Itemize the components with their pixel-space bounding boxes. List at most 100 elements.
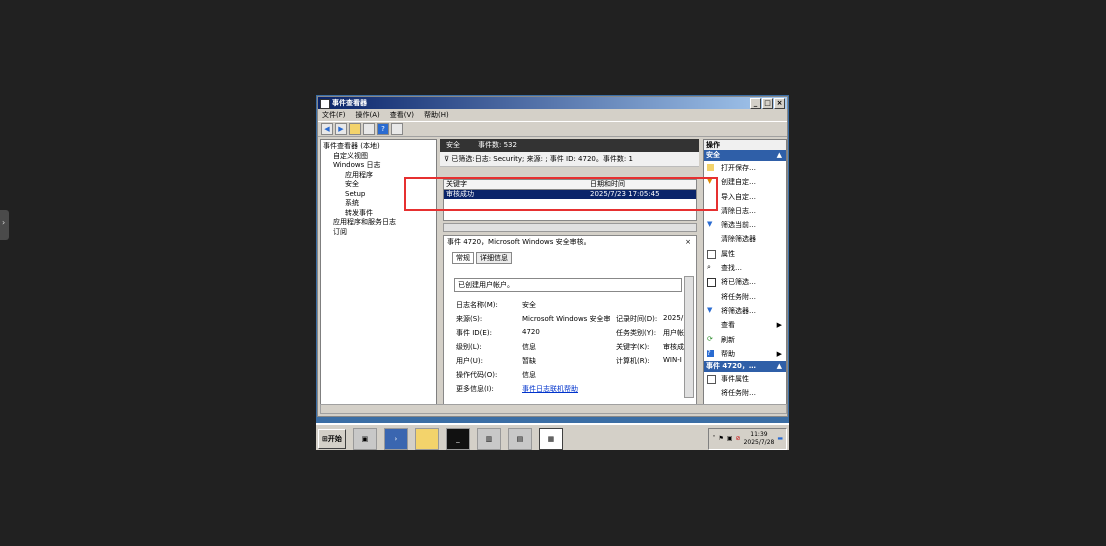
field-label: 更多信息(I):: [456, 385, 494, 393]
network-tray-icon[interactable]: ▣: [727, 435, 733, 442]
field-label: 级别(L):: [456, 343, 482, 351]
highlight-annotation-box: [404, 177, 718, 211]
start-button[interactable]: ⊞开始: [318, 428, 346, 449]
detail-close-icon[interactable]: ×: [685, 236, 691, 248]
tree-custom-views[interactable]: 自定义视图: [323, 152, 434, 162]
filter-text: 已筛选:日志: Security; 来源: ; 事件 ID: 4720。事件数:…: [451, 155, 633, 163]
taskbar-powershell-icon[interactable]: ›: [383, 427, 408, 450]
action-filter-current[interactable]: ▼ 筛选当前…: [704, 218, 786, 232]
action-attach-task-event[interactable]: 将任务附…: [704, 386, 786, 400]
action-view[interactable]: 查看 ▶: [704, 318, 786, 332]
tree-windows-logs[interactable]: Windows 日志: [323, 161, 434, 171]
field-value: 信息: [522, 343, 536, 351]
clock-date: 2025/7/28: [743, 438, 775, 446]
refresh-icon: ⟳: [707, 334, 713, 343]
taskbar-tools-icon[interactable]: ▥: [476, 427, 501, 450]
action-event-properties[interactable]: 事件属性: [704, 372, 786, 386]
title-bar[interactable]: 事件查看器 _ □ ×: [318, 97, 787, 109]
taskbar-network-icon[interactable]: ▤: [507, 427, 532, 450]
forward-icon[interactable]: ▶: [335, 123, 347, 135]
action-find[interactable]: ⌕ 查找…: [704, 261, 786, 275]
properties-icon: [707, 375, 716, 385]
taskbar-server-manager-icon[interactable]: ▣: [352, 427, 377, 450]
side-panel-handle[interactable]: ›: [0, 210, 9, 240]
filter-icon: ▼: [707, 220, 713, 229]
volume-icon[interactable]: ⊘: [736, 435, 741, 442]
event-viewer-window: 事件查看器 _ □ × 文件(F) 操作(A) 查看(V) 帮助(H) ◀ ▶ …: [317, 96, 788, 417]
taskbar-explorer-icon[interactable]: [414, 427, 439, 450]
menu-file[interactable]: 文件(F): [322, 109, 346, 121]
field-label: 日志名称(M):: [456, 301, 498, 309]
show-desktop-icon[interactable]: ▬: [777, 435, 783, 442]
filter-icon: ▼: [707, 305, 713, 314]
properties-icon: [707, 249, 716, 259]
actions-header: 操作: [704, 140, 786, 150]
action-open-saved[interactable]: 打开保存…: [704, 161, 786, 175]
field-value: 信息: [522, 371, 536, 379]
event-summary: 已创建用户帐户。: [454, 278, 682, 292]
actions-section-security[interactable]: 安全 ▲: [704, 150, 786, 161]
tab-details[interactable]: 详细信息: [476, 252, 512, 264]
minimize-button[interactable]: _: [750, 98, 761, 109]
horizontal-scrollbar[interactable]: [443, 223, 697, 232]
clock-time: 11:39: [750, 430, 768, 438]
event-fields: 日志名称(M): 安全 来源(S): Microsoft Windows 安全审 记录…: [456, 300, 696, 398]
menu-help[interactable]: 帮助(H): [424, 109, 449, 121]
save-icon: [707, 278, 716, 288]
filter-bar: ⊽ 已筛选:日志: Security; 来源: ; 事件 ID: 4720。事件…: [440, 152, 699, 167]
up-folder-icon[interactable]: [349, 123, 361, 135]
flag-icon[interactable]: ⚑: [718, 435, 723, 442]
menu-bar: 文件(F) 操作(A) 查看(V) 帮助(H): [318, 109, 787, 121]
tree-subscriptions[interactable]: 订阅: [323, 228, 434, 238]
log-name: 安全: [446, 141, 460, 149]
event-detail-pane: 事件 4720，Microsoft Windows 安全审核。 × 常规 详细信…: [443, 235, 697, 407]
action-save-filtered[interactable]: 将已筛选…: [704, 275, 786, 289]
remote-desktop-screen: 事件查看器 _ □ × 文件(F) 操作(A) 查看(V) 帮助(H) ◀ ▶ …: [316, 95, 789, 450]
field-value: 暂缺: [522, 357, 536, 365]
submenu-arrow-icon: ▶: [776, 321, 782, 330]
help-link[interactable]: 事件日志联机帮助: [522, 384, 616, 398]
action-attach-task[interactable]: 将任务附…: [704, 290, 786, 304]
tree-root[interactable]: 事件查看器 (本地): [323, 142, 434, 152]
find-icon: ⌕: [707, 263, 711, 272]
action-save-filter[interactable]: ▼ 将筛选器…: [704, 304, 786, 318]
properties-icon[interactable]: [391, 123, 403, 135]
taskbar-event-viewer-icon[interactable]: ▦: [538, 427, 563, 450]
window-title: 事件查看器: [332, 99, 367, 107]
field-value: 4720: [522, 328, 540, 336]
maximize-button[interactable]: □: [762, 98, 773, 109]
open-icon: [707, 164, 714, 171]
system-tray: ˄ ⚑ ▣ ⊘ 11:39 2025/7/28 ▬: [708, 427, 787, 450]
help-icon[interactable]: ?: [377, 123, 389, 135]
action-properties[interactable]: 属性: [704, 247, 786, 261]
back-icon[interactable]: ◀: [321, 123, 333, 135]
action-refresh[interactable]: ⟳ 刷新: [704, 333, 786, 347]
field-label: 记录时间(D):: [616, 315, 658, 323]
help-icon: ?: [707, 349, 714, 357]
taskbar-cmd-icon[interactable]: _: [445, 427, 470, 450]
detail-vertical-scrollbar[interactable]: [684, 276, 694, 398]
tab-general[interactable]: 常规: [452, 252, 474, 264]
action-help[interactable]: ? 帮助 ▶: [704, 347, 786, 361]
tray-expand-icon[interactable]: ˄: [712, 435, 715, 442]
tree-app-services[interactable]: 应用程序和服务日志: [323, 218, 434, 228]
field-label: 用户(U):: [456, 357, 483, 365]
collapse-icon[interactable]: ▲: [777, 361, 782, 372]
taskbar: ⊞开始 ▣ › _ ▥ ▤ ▦ ˄ ⚑ ▣ ⊘ 11:39 2025/7/28 …: [316, 423, 789, 450]
event-viewer-icon: [320, 99, 330, 109]
action-clear-filter[interactable]: 清除筛选器: [704, 232, 786, 246]
show-hide-tree-icon[interactable]: [363, 123, 375, 135]
field-label: 来源(S):: [456, 315, 483, 323]
field-label: 计算机(R):: [616, 357, 650, 365]
menu-view[interactable]: 查看(V): [390, 109, 414, 121]
field-label: 操作代码(O):: [456, 371, 498, 379]
submenu-arrow-icon: ▶: [776, 349, 782, 358]
clock[interactable]: 11:39 2025/7/28: [744, 431, 775, 447]
field-value: Microsoft Windows 安全审: [522, 315, 611, 323]
field-label: 事件 ID(E):: [456, 329, 492, 337]
actions-section-event[interactable]: 事件 4720，… ▲: [704, 361, 786, 373]
collapse-icon[interactable]: ▲: [777, 150, 782, 161]
menu-action[interactable]: 操作(A): [356, 109, 380, 121]
chevron-right-icon: ›: [2, 218, 6, 227]
close-button[interactable]: ×: [774, 98, 785, 109]
